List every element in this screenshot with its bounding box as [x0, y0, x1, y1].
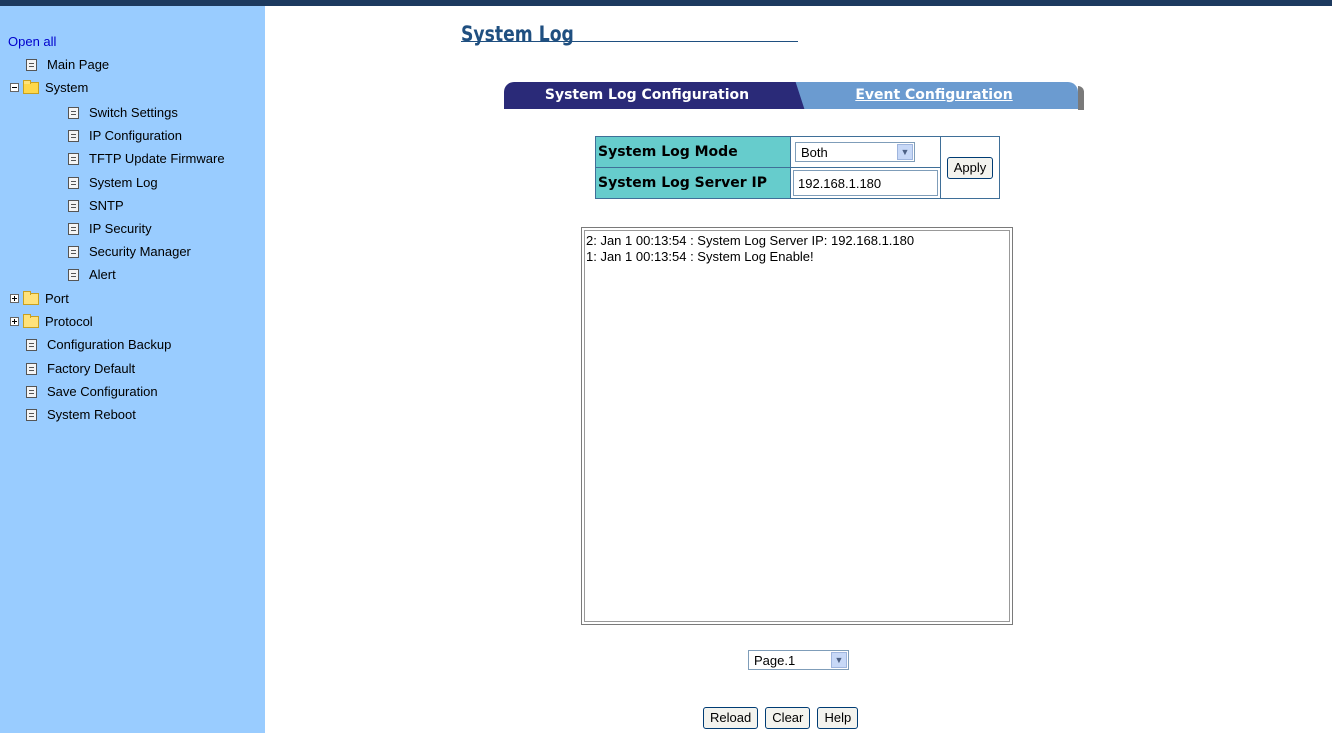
sidebar-item-protocol[interactable]: Protocol	[10, 311, 93, 331]
log-entry[interactable]: 1: Jan 1 00:13:54 : System Log Enable!	[586, 249, 1008, 265]
title-underline	[461, 41, 798, 42]
page-icon	[68, 222, 79, 235]
chevron-down-icon: ▼	[897, 144, 913, 160]
sidebar-item-label: Port	[45, 290, 69, 306]
sidebar-item-label: Alert	[89, 266, 116, 282]
sidebar-item-sntp[interactable]: SNTP	[68, 195, 124, 215]
tab-system-log-configuration[interactable]: System Log Configuration	[504, 82, 790, 109]
sidebar-navigation: Open all Main Page System Switch Setting…	[0, 6, 265, 733]
tab-label: System Log Configuration	[544, 87, 750, 103]
page-icon	[26, 385, 37, 398]
sidebar-item-label: Save Configuration	[47, 383, 158, 399]
sidebar-item-alert[interactable]: Alert	[68, 264, 116, 284]
help-button[interactable]: Help	[817, 707, 859, 729]
bottom-button-bar: Reload Clear Help	[703, 707, 860, 729]
expand-icon[interactable]	[10, 294, 19, 304]
sidebar-item-security-manager[interactable]: Security Manager	[68, 241, 191, 261]
sidebar-item-label: Configuration Backup	[47, 336, 172, 352]
sidebar-item-label: IP Configuration	[89, 127, 182, 143]
tab-event-configuration[interactable]: Event Configuration	[790, 82, 1078, 109]
page-select[interactable]: Page.1 ▼	[748, 650, 849, 670]
sidebar-item-label: System Log	[89, 174, 158, 190]
page-icon	[68, 129, 79, 142]
log-entry[interactable]: 2: Jan 1 00:13:54 : System Log Server IP…	[586, 233, 1008, 249]
system-log-server-ip-input[interactable]	[793, 170, 938, 196]
page-title: System Log	[461, 22, 574, 46]
apply-cell: Apply	[940, 136, 1000, 199]
page-icon	[68, 199, 79, 212]
sidebar-item-label: Switch Settings	[89, 104, 178, 120]
sidebar-item-ip-security[interactable]: IP Security	[68, 218, 152, 238]
system-log-mode-cell: Both ▼	[790, 136, 941, 168]
system-log-server-ip-cell	[790, 167, 941, 199]
log-listbox[interactable]: 2: Jan 1 00:13:54 : System Log Server IP…	[581, 227, 1013, 625]
sidebar-item-label: System Reboot	[47, 406, 136, 422]
folder-open-icon	[23, 79, 39, 94]
system-log-mode-label: System Log Mode	[595, 136, 791, 168]
open-all-link[interactable]: Open all	[8, 34, 56, 49]
page-icon	[26, 362, 37, 375]
page-icon	[68, 152, 79, 165]
system-log-mode-value: Both	[801, 145, 828, 160]
system-log-mode-select[interactable]: Both ▼	[795, 142, 915, 162]
folder-icon	[23, 313, 39, 328]
sidebar-item-main-page[interactable]: Main Page	[26, 54, 109, 74]
collapse-icon[interactable]	[10, 83, 19, 93]
sidebar-item-label: IP Security	[89, 220, 152, 236]
sidebar-item-system[interactable]: System	[10, 77, 88, 97]
chevron-down-icon: ▼	[831, 652, 847, 668]
sidebar-item-label: Protocol	[45, 313, 93, 329]
sidebar-item-system-reboot[interactable]: System Reboot	[26, 404, 136, 424]
apply-button[interactable]: Apply	[946, 156, 994, 179]
page-icon	[26, 58, 37, 71]
log-config-table: System Log Mode Both ▼ Apply System Log …	[595, 136, 1000, 199]
page-icon	[26, 338, 37, 351]
page-icon	[68, 268, 79, 281]
sidebar-item-ip-configuration[interactable]: IP Configuration	[68, 125, 182, 145]
sidebar-item-label: Factory Default	[47, 360, 136, 376]
tab-shadow	[1078, 86, 1084, 110]
log-list: 2: Jan 1 00:13:54 : System Log Server IP…	[584, 230, 1010, 622]
page-icon	[68, 106, 79, 119]
sidebar-item-tftp-update-firmware[interactable]: TFTP Update Firmware	[68, 148, 225, 168]
sidebar-item-factory-default[interactable]: Factory Default	[26, 358, 135, 378]
page-icon	[68, 176, 79, 189]
expand-icon[interactable]	[10, 317, 19, 327]
tab-label: Event Configuration	[855, 87, 1013, 103]
reload-button[interactable]: Reload	[703, 707, 759, 729]
sidebar-item-port[interactable]: Port	[10, 288, 69, 308]
sidebar-item-label: SNTP	[89, 197, 124, 213]
clear-button[interactable]: Clear	[765, 707, 811, 729]
page-icon	[68, 245, 79, 258]
page-select-value: Page.1	[754, 653, 796, 668]
sidebar-item-label: Main Page	[47, 56, 110, 72]
sidebar-item-switch-settings[interactable]: Switch Settings	[68, 102, 178, 122]
sidebar-item-save-configuration[interactable]: Save Configuration	[26, 381, 158, 401]
sidebar-item-label: TFTP Update Firmware	[89, 150, 225, 166]
sidebar-item-label: Security Manager	[89, 243, 191, 259]
sidebar-item-configuration-backup[interactable]: Configuration Backup	[26, 334, 171, 354]
folder-icon	[23, 290, 39, 305]
sidebar-item-system-log[interactable]: System Log	[68, 172, 158, 192]
sidebar-item-label: System	[45, 79, 89, 95]
system-log-server-ip-label: System Log Server IP	[595, 167, 791, 199]
page-icon	[26, 408, 37, 421]
